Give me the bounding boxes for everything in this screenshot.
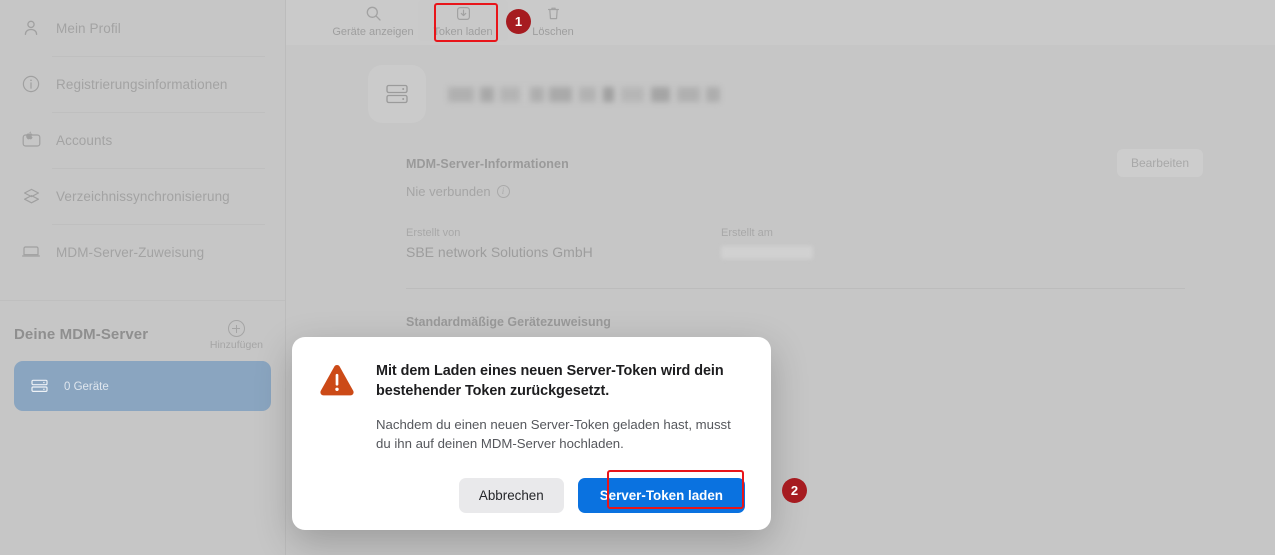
sidebar-item-verzeichnissynchronisierung[interactable]: Verzeichnissynchronisierung bbox=[0, 168, 285, 224]
meta-label: Erstellt am bbox=[721, 227, 773, 239]
meta-created-on: Erstellt am bbox=[721, 227, 1036, 260]
laptop-icon bbox=[20, 241, 42, 263]
load-server-token-button[interactable]: Server-Token laden bbox=[577, 478, 745, 514]
meta-label: Erstellt von bbox=[406, 227, 461, 239]
dialog-heading: Mit dem Laden eines neuen Server-Token w… bbox=[376, 363, 724, 400]
reset-token-dialog: Mit dem Laden eines neuen Server-Token w… bbox=[292, 337, 771, 530]
server-meta-grid: Erstellt von SBE network Solutions GmbH … bbox=[406, 227, 1185, 260]
server-info-heading-group: MDM-Server-Informationen Nie verbunden i bbox=[406, 157, 569, 199]
edit-button[interactable]: Bearbeiten bbox=[1116, 149, 1203, 177]
toolbar-button-label: Token laden bbox=[433, 26, 493, 38]
dialog-top: Mit dem Laden eines neuen Server-Token w… bbox=[318, 361, 745, 453]
section-title: MDM-Server-Informationen bbox=[406, 157, 569, 171]
server-card-text: 0 Geräte bbox=[64, 377, 257, 395]
sidebar-item-accounts[interactable]: Accounts bbox=[0, 112, 285, 168]
info-icon[interactable]: i bbox=[496, 185, 510, 198]
server-title-redacted bbox=[448, 86, 720, 102]
add-server-label: Hinzufügen bbox=[209, 339, 263, 351]
sidebar-item-label: Accounts bbox=[56, 132, 113, 148]
dialog-text: Mit dem Laden eines neuen Server-Token w… bbox=[376, 361, 745, 453]
server-info-title-row: MDM-Server-Informationen Nie verbunden i… bbox=[406, 149, 1203, 199]
sidebar-item-label: Verzeichnissynchronisierung bbox=[56, 188, 230, 204]
apple-badge-icon bbox=[20, 129, 42, 151]
assignment-title: Standardmäßige Gerätezuweisung bbox=[406, 315, 611, 329]
meta-value: SBE network Solutions GmbH bbox=[406, 244, 593, 260]
server-info-section: MDM-Server-Informationen Nie verbunden i… bbox=[286, 149, 1275, 355]
plus-circle-icon bbox=[227, 320, 245, 337]
sidebar-nav: Mein Profil Registrierungsinformationen bbox=[0, 0, 285, 280]
section-divider bbox=[406, 288, 1185, 289]
server-list-item-selected[interactable]: 0 Geräte bbox=[14, 361, 271, 411]
sidebar-item-mein-profil[interactable]: Mein Profil bbox=[0, 0, 285, 56]
servers-header: Deine MDM-Server Hinzufügen bbox=[0, 300, 285, 351]
toolbar-button-token-laden[interactable]: Token laden bbox=[418, 0, 508, 41]
meta-created-by: Erstellt von SBE network Solutions GmbH bbox=[406, 227, 721, 260]
server-device-count: 0 Geräte bbox=[64, 381, 109, 393]
warning-triangle-icon bbox=[318, 361, 356, 402]
search-icon bbox=[365, 4, 382, 23]
trash-icon bbox=[545, 4, 562, 23]
sidebar-item-label: Mein Profil bbox=[56, 20, 121, 36]
sidebar: Mein Profil Registrierungsinformationen bbox=[0, 0, 286, 555]
layers-icon bbox=[20, 185, 42, 207]
step-badge-1: 1 bbox=[506, 9, 531, 34]
sidebar-item-label: MDM-Server-Zuweisung bbox=[56, 244, 205, 260]
toolbar-button-label: Geräte anzeigen bbox=[332, 26, 414, 38]
toolbar-button-label: Löschen bbox=[532, 26, 574, 38]
dialog-actions: Abbrechen Server-Token laden bbox=[318, 478, 745, 514]
servers-section: Deine MDM-Server Hinzufügen 0 Geräte bbox=[0, 300, 285, 411]
info-circle-icon bbox=[20, 73, 42, 95]
sidebar-item-registrierungsinformationen[interactable]: Registrierungsinformationen bbox=[0, 56, 285, 112]
meta-value-redacted bbox=[721, 246, 813, 259]
download-icon bbox=[455, 4, 472, 23]
servers-section-title: Deine MDM-Server bbox=[14, 326, 149, 343]
step-badge-2: 2 bbox=[782, 478, 807, 503]
connection-status: Nie verbunden i bbox=[406, 184, 569, 199]
server-header bbox=[286, 65, 1275, 123]
sidebar-item-label: Registrierungsinformationen bbox=[56, 76, 228, 92]
cancel-button[interactable]: Abbrechen bbox=[458, 478, 564, 514]
server-rack-icon bbox=[368, 65, 426, 123]
sidebar-item-mdm-server-zuweisung[interactable]: MDM-Server-Zuweisung bbox=[0, 224, 285, 280]
person-icon bbox=[20, 17, 42, 39]
server-rack-icon bbox=[28, 375, 50, 397]
toolbar: Geräte anzeigen Token laden Löschen bbox=[286, 0, 1275, 45]
connection-status-text: Nie verbunden bbox=[406, 184, 491, 199]
add-server-button[interactable]: Hinzufügen bbox=[210, 320, 263, 351]
dialog-body: Nachdem du einen neuen Server-Token gela… bbox=[376, 416, 731, 452]
toolbar-button-geraete-anzeigen[interactable]: Geräte anzeigen bbox=[328, 0, 418, 41]
